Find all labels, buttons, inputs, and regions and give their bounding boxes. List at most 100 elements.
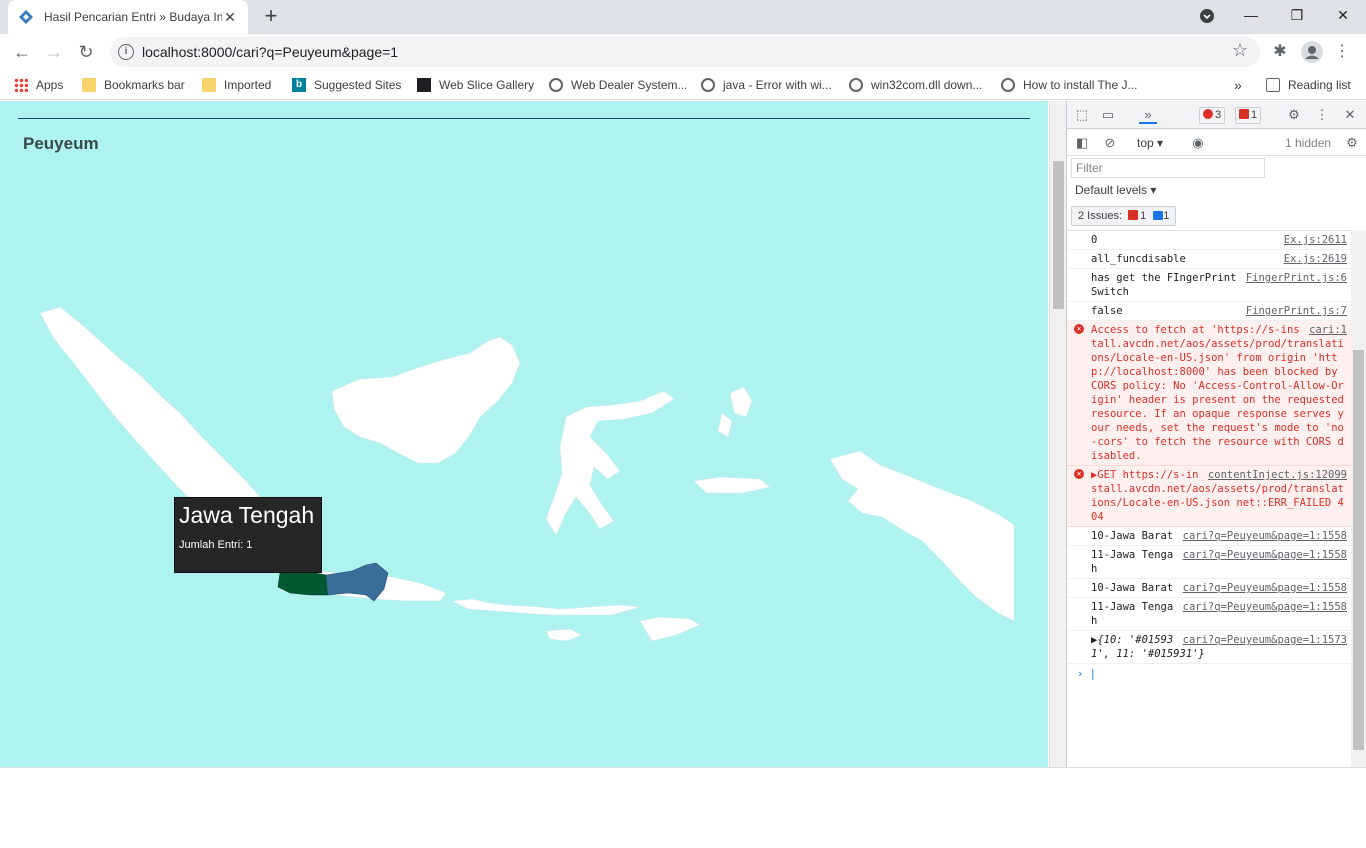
console-message: FingerPrint.js:7 false <box>1067 302 1351 321</box>
message-source-link[interactable]: cari?q=Peuyeum&page=1:1573 <box>1183 633 1347 647</box>
issues-button[interactable]: 2 Issues: 1 1 <box>1071 206 1177 226</box>
minimize-icon[interactable]: — <box>1228 0 1274 32</box>
console-messages: Ex.js:2611 0 Ex.js:2619 all_funcdisable Fi… <box>1067 230 1351 767</box>
clear-console-icon[interactable]: ⊘ <box>1101 134 1119 152</box>
console-settings-icon[interactable]: ⚙ <box>1343 134 1361 152</box>
bookmark-star-icon[interactable]: ☆ <box>1232 40 1248 61</box>
restore-icon[interactable]: ❐ <box>1274 0 1320 32</box>
bookmark-label: Apps <box>36 78 64 92</box>
new-tab-button[interactable]: + <box>258 4 284 30</box>
more-bookmarks-icon[interactable]: » <box>1234 76 1242 94</box>
page-content: Peuyeum Jawa Tengah Jumlah Entri: 1 <box>0 101 1048 767</box>
menu-kebab-icon[interactable]: ⋮ <box>1330 40 1354 64</box>
message-text: 11-Jawa Tengah <box>1091 601 1174 627</box>
message-source-link[interactable]: FingerPrint.js:6 <box>1246 271 1347 285</box>
tab-title: Hasil Pencarian Entri » Budaya In <box>44 10 222 24</box>
page-scrollbar[interactable] <box>1049 101 1066 767</box>
bookmark-label: win32com.dll down... <box>871 78 983 92</box>
bookmark-imported[interactable]: Imported <box>202 76 271 94</box>
bookmark-label: java - Error with wi... <box>723 78 832 92</box>
globe-icon <box>549 78 563 92</box>
bookmark-suggested-sites[interactable]: b Suggested Sites <box>292 76 401 94</box>
errors-badge[interactable]: 3 <box>1199 107 1226 124</box>
message-text: 11-Jawa Tengah <box>1091 549 1174 575</box>
map-sulawesi <box>545 390 675 536</box>
message-source-link[interactable]: cari?q=Peuyeum&page=1:1558 <box>1183 548 1347 562</box>
globe-icon <box>849 78 863 92</box>
sidebar-toggle-icon[interactable]: ◧ <box>1073 134 1091 152</box>
close-devtools-icon[interactable]: ✕ <box>1341 106 1359 124</box>
settings-gear-icon[interactable]: ⚙ <box>1285 106 1303 124</box>
bookmark-java-error[interactable]: java - Error with wi... <box>701 76 832 94</box>
address-bar[interactable]: i localhost:8000/cari?q=Peuyeum&page=1 ☆ <box>110 37 1260 67</box>
message-text: false <box>1091 305 1123 317</box>
back-icon[interactable]: ← <box>8 38 36 66</box>
issues-error-count: 1 <box>1140 210 1147 222</box>
levels-label: Default levels <box>1075 183 1148 197</box>
close-window-icon[interactable]: ✕ <box>1320 0 1366 32</box>
live-expression-eye-icon[interactable]: ◉ <box>1189 134 1207 152</box>
message-source-link[interactable]: cari?q=Peuyeum&page=1:1558 <box>1183 529 1347 543</box>
page-scrollbar-thumb[interactable] <box>1053 161 1064 309</box>
bookmark-bookmarks-bar[interactable]: Bookmarks bar <box>82 76 185 94</box>
extensions-icon[interactable]: ✱ <box>1268 40 1292 64</box>
web-slice-icon <box>417 78 431 92</box>
bookmark-web-slice-gallery[interactable]: Web Slice Gallery <box>417 76 534 94</box>
bookmark-label: How to install The J... <box>1023 78 1138 92</box>
bookmark-win32com[interactable]: win32com.dll down... <box>849 76 982 94</box>
folder-icon <box>202 78 216 92</box>
console-prompt-input[interactable]: › | <box>1067 664 1351 684</box>
browser-tab[interactable]: Hasil Pencarian Entri » Budaya In ✕ <box>8 0 248 34</box>
issue-error-icon <box>1128 210 1139 220</box>
reading-list-button[interactable]: Reading list <box>1266 76 1351 94</box>
inspect-element-icon[interactable]: ⬚ <box>1073 106 1091 124</box>
issues-count: 1 <box>1251 109 1258 121</box>
map-nusa-tenggara <box>450 598 641 616</box>
site-info-icon[interactable]: i <box>118 44 134 60</box>
console-message: cari?q=Peuyeum&page=1:1573 ▶{10: '#015931… <box>1067 631 1351 664</box>
message-source-link[interactable]: Ex.js:2619 <box>1284 252 1347 266</box>
tooltip-subtitle: Jumlah Entri: 1 <box>179 539 253 551</box>
bookmark-how-to-install[interactable]: How to install The J... <box>1001 76 1138 94</box>
message-source-link[interactable]: cari?q=Peuyeum&page=1:1558 <box>1183 581 1347 595</box>
device-toolbar-icon[interactable]: ▭ <box>1099 106 1117 124</box>
bookmark-label: Web Dealer System... <box>571 78 688 92</box>
site-favicon-icon <box>19 10 33 24</box>
console-message: cari?q=Peuyeum&page=1:1558 10-Jawa Barat <box>1067 579 1351 598</box>
more-panels-icon[interactable]: » <box>1139 106 1157 124</box>
devtools-menu-icon[interactable]: ⋮ <box>1313 106 1331 124</box>
filter-input[interactable]: Filter <box>1071 158 1265 178</box>
default-levels-dropdown[interactable]: Default levels ▾ <box>1075 183 1156 197</box>
indonesia-map[interactable] <box>0 101 1048 767</box>
console-message: Ex.js:2619 all_funcdisable <box>1067 250 1351 269</box>
close-tab-icon[interactable]: ✕ <box>222 9 238 26</box>
issues-badge[interactable]: 1 <box>1235 107 1262 124</box>
bookmark-web-dealer[interactable]: Web Dealer System... <box>549 76 687 94</box>
browser-toolbar: ← → ↻ i localhost:8000/cari?q=Peuyeum&pa… <box>0 34 1366 70</box>
issues-label: 2 Issues: <box>1078 210 1123 222</box>
message-source-link[interactable]: cari?q=Peuyeum&page=1:1558 <box>1183 600 1347 614</box>
message-source-link[interactable]: cari:1 <box>1309 323 1347 337</box>
reload-icon[interactable]: ↻ <box>72 38 100 66</box>
message-text: 10-Jawa Barat <box>1091 530 1174 542</box>
map-sumba <box>545 628 583 642</box>
context-select[interactable]: top ▾ <box>1137 136 1163 150</box>
message-source-link[interactable]: Ex.js:2611 <box>1284 233 1347 247</box>
bookmarks-bar: Apps Bookmarks bar Imported b Suggested … <box>0 70 1366 100</box>
devtools-header: ⬚ ▭ » 3 1 ⚙ ⋮ ✕ <box>1067 101 1366 129</box>
message-text: 10-Jawa Barat <box>1091 582 1174 594</box>
console-error-message: ✕ contentInject.js:12099 ▶GET https://s-in… <box>1067 466 1351 527</box>
message-source-link[interactable]: contentInject.js:12099 <box>1208 468 1347 482</box>
console-scrollbar[interactable] <box>1351 230 1366 767</box>
issues-info-count: 1 <box>1163 210 1170 222</box>
message-source-link[interactable]: FingerPrint.js:7 <box>1246 304 1347 318</box>
profile-avatar[interactable] <box>1300 40 1324 64</box>
forward-icon[interactable]: → <box>40 38 68 66</box>
url-text[interactable]: localhost:8000/cari?q=Peuyeum&page=1 <box>142 44 398 60</box>
issue-flag-icon <box>1239 109 1249 119</box>
error-x-icon: ✕ <box>1074 324 1084 334</box>
tab-search-icon[interactable] <box>1184 0 1230 32</box>
console-toolbar: ◧ ⊘ top ▾ ◉ 1 hidden ⚙ <box>1067 130 1366 156</box>
console-scrollbar-thumb[interactable] <box>1353 350 1364 750</box>
bookmark-apps[interactable]: Apps <box>14 76 63 94</box>
